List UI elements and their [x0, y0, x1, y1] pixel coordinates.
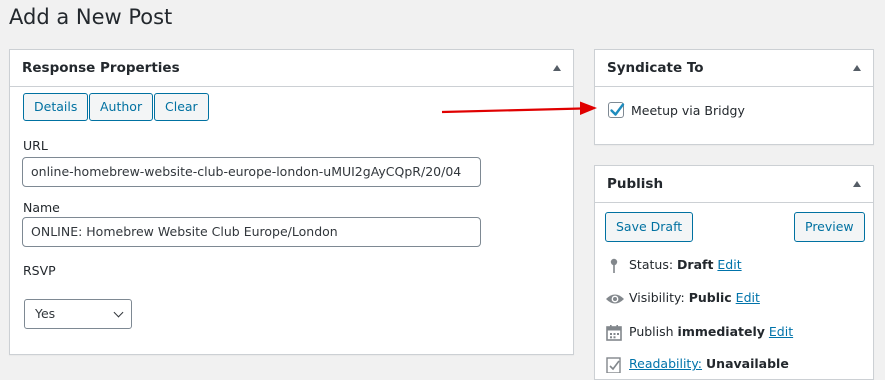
- publish-header[interactable]: Publish: [595, 166, 873, 203]
- name-input-value: ONLINE: Homebrew Website Club Europe/Lon…: [31, 224, 338, 239]
- url-input-value: 20/04/online-homebrew-website-club-europ…: [31, 164, 462, 179]
- readability-row: Readability: Unavailable: [605, 356, 789, 373]
- publish-box: Publish Save Draft Preview Status: Draft…: [594, 165, 874, 380]
- publish-time-value: immediately: [677, 324, 765, 339]
- publish-time-label: Publish: [629, 324, 674, 339]
- rsvp-label: RSVP: [23, 263, 56, 278]
- publish-time-edit-link[interactable]: Edit: [769, 324, 793, 339]
- eye-icon: [606, 294, 624, 303]
- response-properties-title: Response Properties: [22, 60, 180, 76]
- syndicate-header[interactable]: Syndicate To: [595, 50, 873, 87]
- author-tab-button[interactable]: Author: [89, 93, 154, 121]
- collapse-arrow-icon[interactable]: [853, 65, 861, 71]
- chevron-down-icon: [113, 307, 124, 318]
- readability-value: Unavailable: [706, 356, 789, 371]
- syndicate-box: Syndicate To Meetup via Bridgy: [594, 49, 874, 145]
- status-row: Status: Draft Edit: [605, 257, 742, 274]
- syndicate-title: Syndicate To: [607, 60, 704, 76]
- status-value: Draft: [677, 257, 714, 272]
- clear-button[interactable]: Clear: [154, 93, 209, 121]
- preview-button[interactable]: Preview: [794, 212, 865, 242]
- collapse-arrow-icon[interactable]: [553, 65, 561, 71]
- url-label: URL: [23, 138, 48, 153]
- page-title: Add a New Post: [9, 5, 173, 29]
- name-label: Name: [23, 200, 60, 215]
- visibility-label: Visibility:: [629, 290, 685, 305]
- rsvp-select-value: Yes: [35, 306, 56, 321]
- name-input[interactable]: ONLINE: Homebrew Website Club Europe/Lon…: [22, 217, 481, 247]
- meetup-checkbox[interactable]: [608, 102, 625, 118]
- meetup-option-label[interactable]: Meetup via Bridgy: [631, 103, 745, 118]
- readability-link[interactable]: Readability:: [629, 356, 702, 371]
- publish-title: Publish: [607, 176, 664, 192]
- save-draft-button[interactable]: Save Draft: [605, 212, 694, 242]
- calendar-icon: [606, 324, 622, 341]
- visibility-value: Public: [688, 290, 732, 305]
- visibility-row: Visibility: Public Edit: [605, 290, 760, 307]
- response-properties-box: Response Properties Details Author Clear…: [9, 49, 574, 355]
- url-input[interactable]: 20/04/online-homebrew-website-club-europ…: [22, 157, 481, 187]
- response-properties-header[interactable]: Response Properties: [10, 50, 573, 87]
- checkmark-icon: [610, 103, 625, 116]
- visibility-edit-link[interactable]: Edit: [736, 290, 760, 305]
- publish-time-row: Publish immediately Edit: [605, 324, 793, 341]
- status-label: Status:: [629, 257, 674, 272]
- status-edit-link[interactable]: Edit: [717, 257, 741, 272]
- pin-icon: [610, 258, 618, 273]
- details-tab-button[interactable]: Details: [23, 93, 89, 121]
- rsvp-select[interactable]: Yes: [24, 299, 132, 329]
- collapse-arrow-icon[interactable]: [853, 181, 861, 187]
